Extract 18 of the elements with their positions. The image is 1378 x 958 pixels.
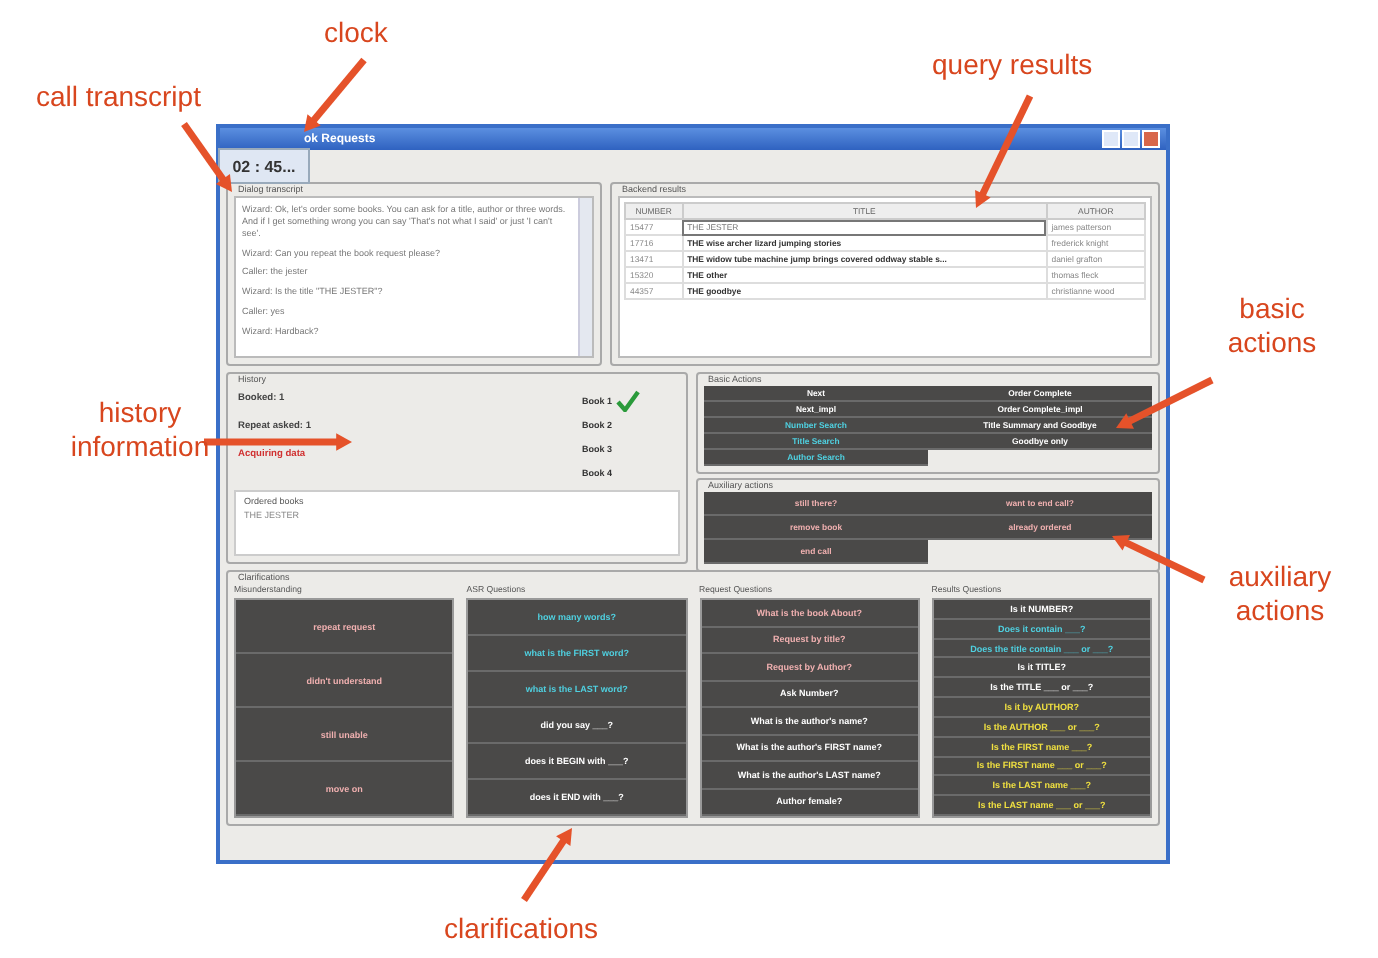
close-button[interactable] [1142, 130, 1160, 148]
transcript-area[interactable] [234, 196, 594, 358]
minimize-button[interactable] [1102, 130, 1120, 148]
annotation-label: clock [324, 16, 388, 48]
annotation-label: clarifications [444, 912, 599, 944]
annotation-label: query results [932, 48, 1093, 80]
annotation-label: auxiliary actions [1226, 560, 1334, 628]
annotation-arrow [181, 122, 232, 192]
clock-time: 02 : 45... [232, 157, 296, 175]
annotation-arrow [1116, 376, 1214, 429]
annotation-arrow [521, 828, 572, 902]
annotation-label: call transcript [36, 80, 201, 112]
annotation-arrow [975, 94, 1034, 208]
scrollbar[interactable] [578, 198, 592, 356]
annotation-arrow [304, 57, 367, 132]
annotation-label: history information [68, 396, 212, 464]
annotation-arrow [1112, 535, 1206, 584]
annotation-label: basic actions [1225, 292, 1319, 360]
